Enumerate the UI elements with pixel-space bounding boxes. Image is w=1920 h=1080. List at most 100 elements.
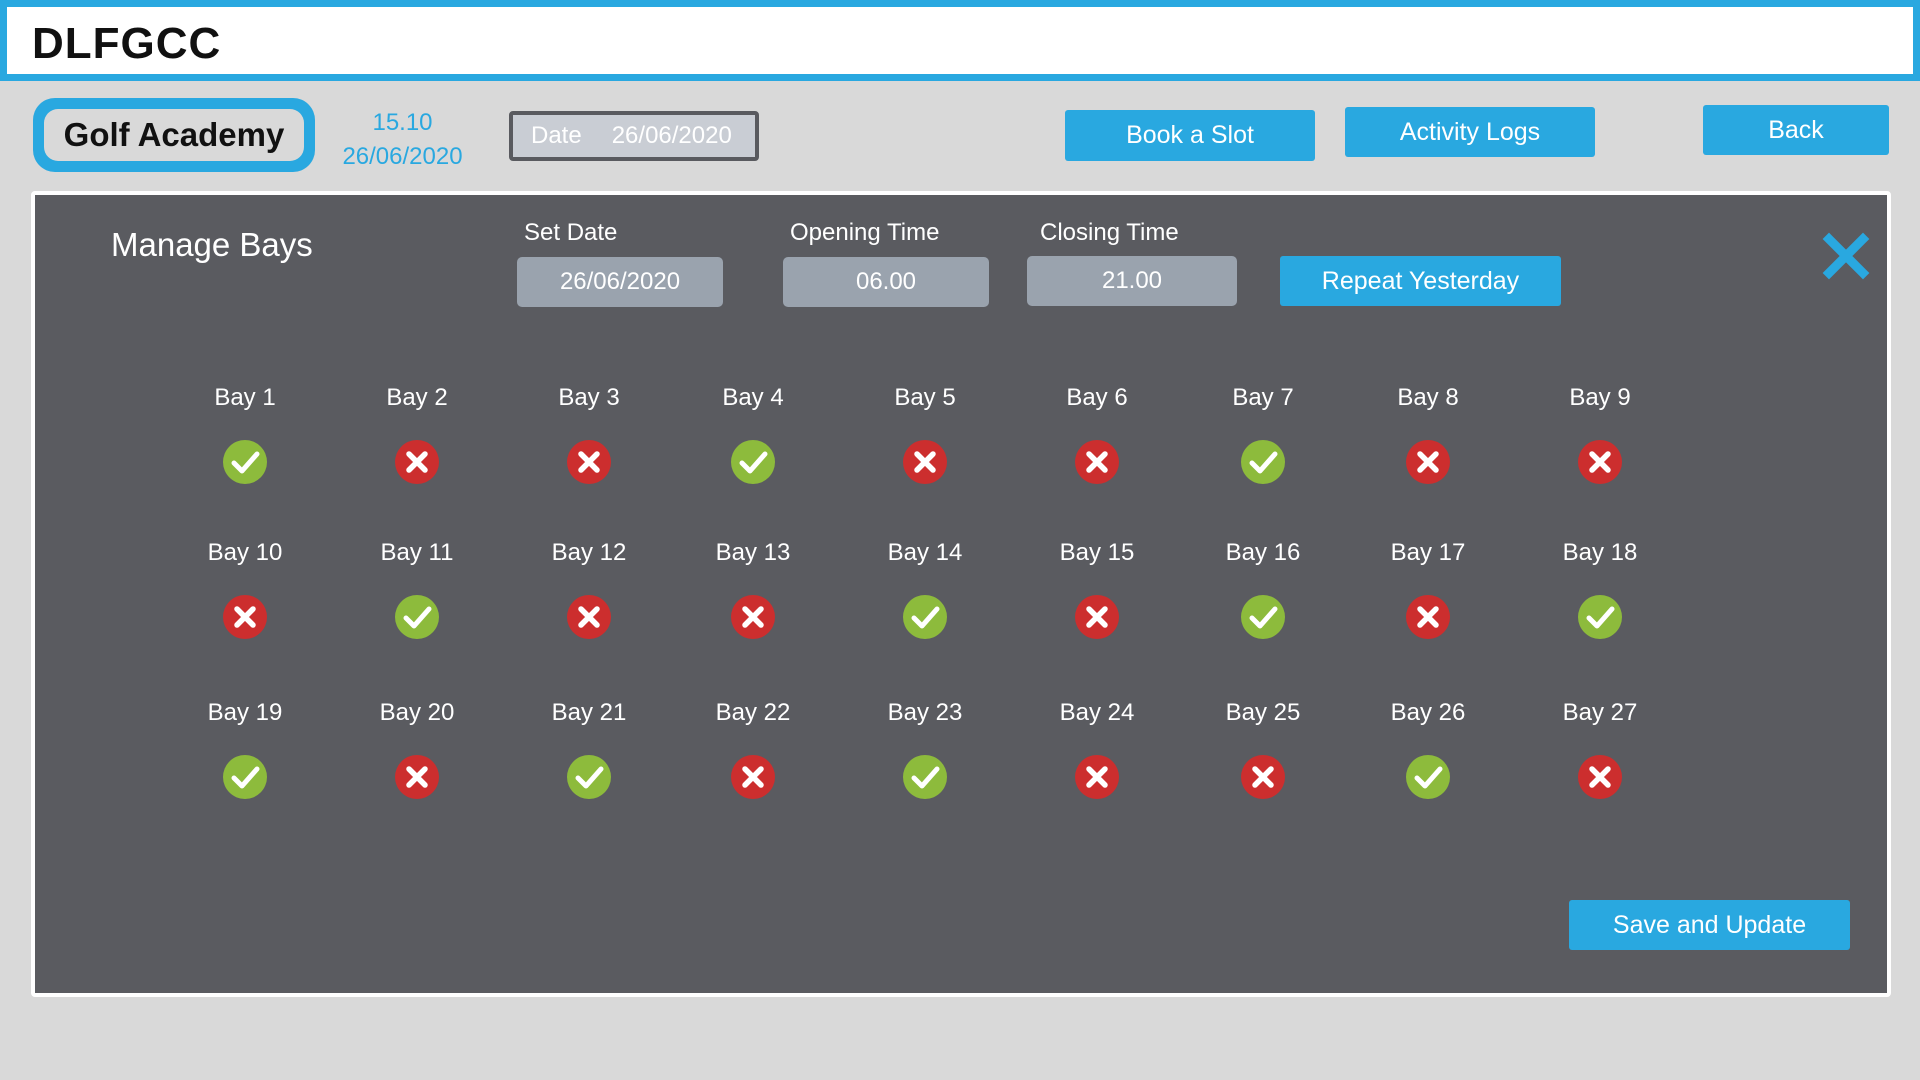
cross-icon[interactable] — [902, 439, 948, 485]
app-title: DLFGCC — [32, 19, 222, 68]
bay-label: Bay 7 — [1232, 384, 1294, 411]
bay-label: Bay 15 — [1059, 539, 1135, 566]
bay-item: Bay 24 — [1022, 696, 1172, 800]
book-slot-button[interactable]: Book a Slot — [1065, 110, 1315, 161]
bay-label: Bay 8 — [1397, 384, 1459, 411]
academy-label: Golf Academy — [44, 109, 304, 161]
bay-item: Bay 20 — [342, 696, 492, 800]
bay-item: Bay 6 — [1022, 381, 1172, 485]
bay-label: Bay 19 — [207, 699, 283, 726]
cross-icon[interactable] — [1240, 754, 1286, 800]
bay-item: Bay 10 — [170, 536, 320, 640]
cross-icon[interactable] — [1577, 754, 1623, 800]
cross-icon[interactable] — [1074, 594, 1120, 640]
bay-item: Bay 23 — [850, 696, 1000, 800]
date-field[interactable]: Date 26/06/2020 — [509, 111, 759, 161]
cross-icon[interactable] — [394, 439, 440, 485]
bay-label: Bay 12 — [551, 539, 627, 566]
cross-icon[interactable] — [1074, 754, 1120, 800]
bay-label: Bay 4 — [722, 384, 784, 411]
activity-logs-button[interactable]: Activity Logs — [1345, 107, 1595, 157]
bay-item: Bay 16 — [1188, 536, 1338, 640]
check-icon[interactable] — [730, 439, 776, 485]
bay-item: Bay 13 — [678, 536, 828, 640]
bay-label: Bay 24 — [1059, 699, 1135, 726]
bay-label: Bay 14 — [887, 539, 963, 566]
bay-item: Bay 22 — [678, 696, 828, 800]
cross-icon[interactable] — [1074, 439, 1120, 485]
bay-label: Bay 26 — [1390, 699, 1466, 726]
cross-icon[interactable] — [1405, 439, 1451, 485]
set-date-label: Set Date — [524, 219, 618, 246]
bay-item: Bay 8 — [1353, 381, 1503, 485]
bay-item: Bay 7 — [1188, 381, 1338, 485]
check-icon[interactable] — [902, 594, 948, 640]
cross-icon[interactable] — [1405, 594, 1451, 640]
check-icon[interactable] — [222, 754, 268, 800]
bay-label: Bay 25 — [1225, 699, 1301, 726]
bay-label: Bay 13 — [715, 539, 791, 566]
cross-icon[interactable] — [730, 754, 776, 800]
bay-item: Bay 11 — [342, 536, 492, 640]
check-icon[interactable] — [1240, 594, 1286, 640]
cross-icon[interactable] — [566, 439, 612, 485]
bay-item: Bay 3 — [514, 381, 664, 485]
close-icon[interactable] — [1821, 231, 1871, 281]
manage-bays-panel: Manage Bays Set Date 26/06/2020 Opening … — [31, 191, 1891, 997]
bay-label: Bay 6 — [1066, 384, 1128, 411]
clock: 15.10 26/06/2020 — [330, 106, 475, 174]
bay-item: Bay 2 — [342, 381, 492, 485]
check-icon[interactable] — [1577, 594, 1623, 640]
bay-label: Bay 23 — [887, 699, 963, 726]
bay-item: Bay 12 — [514, 536, 664, 640]
bay-item: Bay 25 — [1188, 696, 1338, 800]
bay-item: Bay 14 — [850, 536, 1000, 640]
cross-icon[interactable] — [1577, 439, 1623, 485]
bay-label: Bay 11 — [380, 539, 454, 566]
bay-label: Bay 17 — [1390, 539, 1466, 566]
bay-item: Bay 15 — [1022, 536, 1172, 640]
back-button[interactable]: Back — [1703, 105, 1889, 155]
bay-item: Bay 1 — [170, 381, 320, 485]
check-icon[interactable] — [1240, 439, 1286, 485]
bay-label: Bay 20 — [379, 699, 455, 726]
date-field-label: Date — [531, 122, 582, 149]
cross-icon[interactable] — [566, 594, 612, 640]
bay-label: Bay 9 — [1569, 384, 1631, 411]
date-field-value: 26/06/2020 — [611, 122, 732, 149]
bay-label: Bay 27 — [1562, 699, 1638, 726]
bay-label: Bay 18 — [1562, 539, 1638, 566]
bay-label: Bay 5 — [894, 384, 956, 411]
current-date: 26/06/2020 — [342, 143, 463, 170]
academy-badge: Golf Academy — [33, 98, 315, 172]
set-date-input[interactable]: 26/06/2020 — [517, 257, 723, 307]
closing-time-input[interactable]: 21.00 — [1027, 256, 1237, 306]
bay-item: Bay 19 — [170, 696, 320, 800]
opening-time-label: Opening Time — [790, 219, 940, 246]
cross-icon[interactable] — [222, 594, 268, 640]
check-icon[interactable] — [394, 594, 440, 640]
cross-icon[interactable] — [730, 594, 776, 640]
bay-label: Bay 10 — [207, 539, 283, 566]
title-bar: DLFGCC — [0, 0, 1920, 81]
bay-label: Bay 22 — [715, 699, 791, 726]
repeat-yesterday-button[interactable]: Repeat Yesterday — [1280, 256, 1561, 306]
check-icon[interactable] — [566, 754, 612, 800]
bay-item: Bay 18 — [1525, 536, 1675, 640]
check-icon[interactable] — [1405, 754, 1451, 800]
panel-title: Manage Bays — [111, 226, 313, 263]
bay-item: Bay 21 — [514, 696, 664, 800]
bay-label: Bay 3 — [558, 384, 620, 411]
bay-label: Bay 1 — [214, 384, 276, 411]
opening-time-input[interactable]: 06.00 — [783, 257, 989, 307]
bay-label: Bay 2 — [386, 384, 448, 411]
bay-item: Bay 4 — [678, 381, 828, 485]
check-icon[interactable] — [222, 439, 268, 485]
save-update-button[interactable]: Save and Update — [1569, 900, 1850, 950]
bay-label: Bay 16 — [1225, 539, 1301, 566]
bay-item: Bay 17 — [1353, 536, 1503, 640]
bay-item: Bay 27 — [1525, 696, 1675, 800]
cross-icon[interactable] — [394, 754, 440, 800]
check-icon[interactable] — [902, 754, 948, 800]
bay-label: Bay 21 — [551, 699, 627, 726]
